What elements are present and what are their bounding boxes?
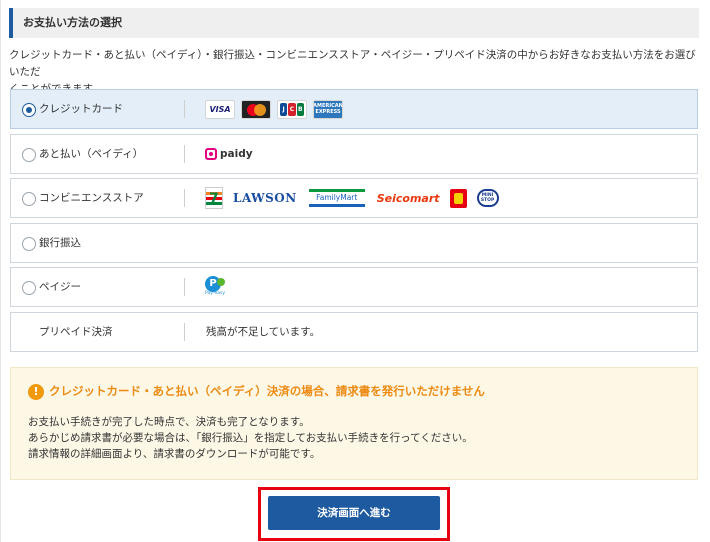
warning-line-2: あらかじめ請求書が必要な場合は、「銀行振込」を指定してお支払い手続きを行ってくだ… — [28, 432, 473, 444]
option-divider — [184, 323, 185, 341]
option-label-convenience-store: コンビニエンスストア — [39, 192, 144, 204]
invoice-warning-box: ! クレジットカード・あと払い（ペイディ）決済の場合、請求書を発行いただけません… — [10, 367, 698, 480]
option-label-paidy: あと払い（ペイディ） — [39, 148, 144, 160]
payment-option-prepaid: プリペイド決済 残高が不足しています。 — [10, 312, 698, 352]
radio-bank-transfer[interactable] — [22, 237, 36, 251]
option-divider — [184, 189, 185, 207]
option-divider — [184, 278, 185, 296]
intro-line-1: クレジットカード・あと払い（ペイディ）・銀行振込・コンビニエンスストア・ペイジー… — [9, 49, 696, 78]
convenience-store-logos: 7 LAWSON FamilyMart Seicomart MINI STOP — [205, 179, 499, 217]
payment-page: お支払い方法の選択 クレジットカード・あと払い（ペイディ）・銀行振込・コンビニエ… — [0, 0, 710, 542]
seicomart-logo: Seicomart — [376, 191, 440, 205]
section-title: お支払い方法の選択 — [9, 8, 699, 38]
option-label-bank-transfer: 銀行振込 — [39, 237, 81, 249]
prepaid-balance-note: 残高が不足しています。 — [206, 326, 321, 338]
payeasy-logo: P Pay-easy — [205, 276, 226, 296]
radio-credit-card[interactable] — [22, 103, 36, 117]
mastercard-logo — [241, 99, 271, 119]
payment-option-payeasy[interactable]: ペイジー P Pay-easy — [10, 267, 698, 307]
paidy-icon — [205, 148, 217, 160]
familymart-logo: FamilyMart — [308, 189, 365, 207]
payment-option-credit-card[interactable]: クレジットカード VISA JCB AMERICAN EXPRESS — [10, 89, 698, 129]
ministop-logo: MINI STOP — [476, 189, 499, 207]
option-label-credit-card: クレジットカード — [39, 103, 123, 115]
paidy-logo: paidy — [205, 135, 253, 173]
jcb-logo: JCB — [277, 99, 307, 119]
warning-line-1: お支払い手続きが完了した時点で、決済も完了となります。 — [28, 416, 310, 428]
option-label-prepaid: プリペイド決済 — [39, 326, 113, 338]
card-brand-logos: VISA JCB AMERICAN EXPRESS — [205, 90, 343, 128]
lawson-logo: LAWSON — [233, 191, 297, 205]
warning-title: クレジットカード・あと払い（ペイディ）決済の場合、請求書を発行いただけません — [49, 384, 485, 398]
payment-option-paidy[interactable]: あと払い（ペイディ） paidy — [10, 134, 698, 174]
option-divider — [184, 100, 185, 118]
warning-icon: ! — [28, 384, 44, 400]
seven-eleven-logo: 7 — [205, 187, 223, 209]
proceed-to-payment-button[interactable]: 決済画面へ進む — [268, 496, 440, 530]
payment-option-bank-transfer[interactable]: 銀行振込 — [10, 223, 698, 263]
daily-yamazaki-logo — [449, 188, 467, 208]
option-label-payeasy: ペイジー — [39, 281, 81, 293]
radio-paidy[interactable] — [22, 148, 36, 162]
visa-logo: VISA — [205, 99, 235, 119]
warning-line-3: 請求情報の詳細画面より、請求書のダウンロードが可能です。 — [28, 448, 321, 460]
warning-body: お支払い手続きが完了した時点で、決済も完了となります。 あらかじめ請求書が必要な… — [28, 414, 473, 462]
payment-option-convenience-store[interactable]: コンビニエンスストア 7 LAWSON FamilyMart Seicomart… — [10, 178, 698, 218]
amex-logo: AMERICAN EXPRESS — [313, 99, 343, 119]
radio-convenience-store[interactable] — [22, 192, 36, 206]
option-divider — [184, 145, 185, 163]
radio-payeasy[interactable] — [22, 281, 36, 295]
